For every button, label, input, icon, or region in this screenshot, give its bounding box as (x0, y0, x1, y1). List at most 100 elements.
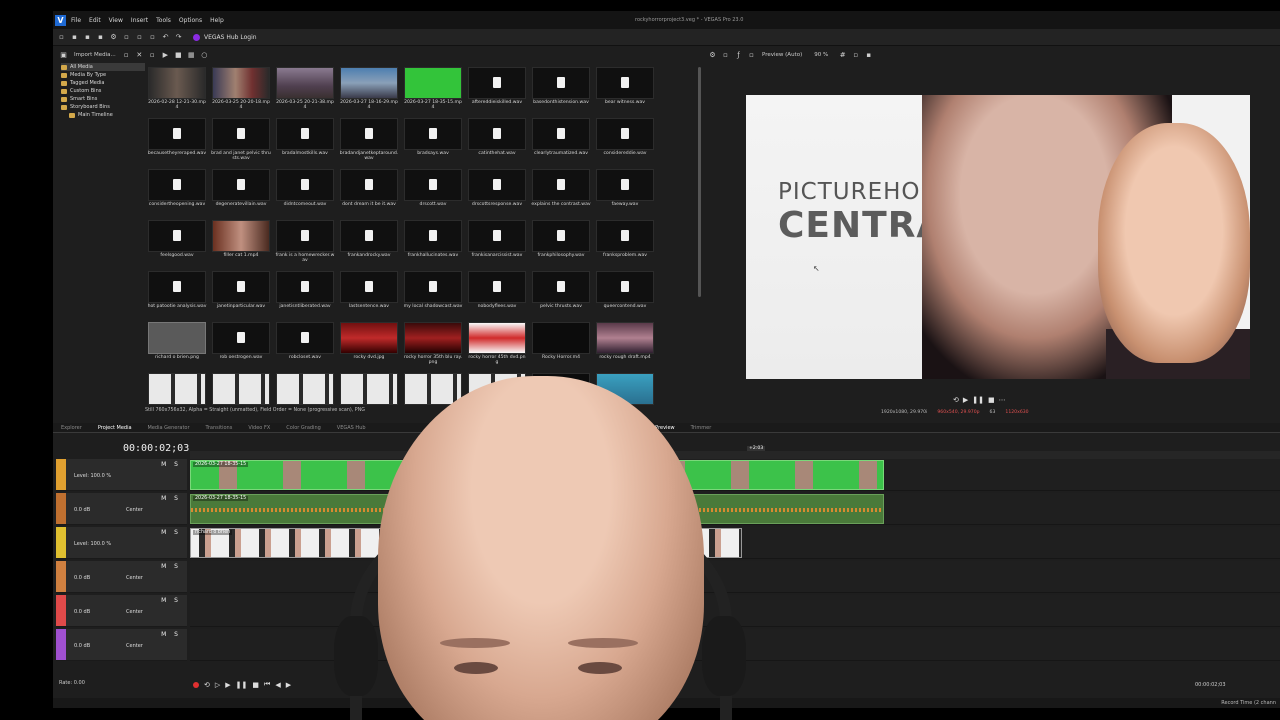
preview-quality-select[interactable]: Preview (Auto) (762, 52, 802, 58)
media-tile[interactable]: catinthehat.wav (467, 118, 527, 166)
media-tile[interactable]: frank is a homewrecker.wav (275, 220, 335, 268)
go-to-start-icon[interactable]: ⏮ (264, 680, 270, 689)
fx-icon[interactable]: ƒ (734, 51, 743, 60)
media-tile[interactable]: considereddie.wav (595, 118, 655, 166)
preview-settings-gear-icon[interactable]: ⚙ (708, 51, 717, 60)
audio-track-header[interactable]: M S 0.0 dB Center (56, 493, 187, 525)
media-tile[interactable]: queercontend.wav (595, 271, 655, 319)
media-tile[interactable]: becausetheyreraped.wav (147, 118, 207, 166)
preview-stop-icon[interactable]: ■ (988, 396, 995, 404)
media-tile[interactable]: 2026-03-27 18-35-15.mp4 (403, 67, 463, 115)
play-icon[interactable]: ▶ (225, 681, 230, 689)
track-level[interactable]: Level: 100.0 % (74, 473, 111, 479)
media-tile[interactable]: bradalmostkills.wav (275, 118, 335, 166)
media-tile[interactable] (275, 373, 335, 421)
media-tile[interactable]: richard o brien.png (147, 322, 207, 370)
audio-track-header[interactable]: M S 0.0 dB Center (56, 629, 187, 661)
media-tile[interactable]: frankhallucinates.wav (403, 220, 463, 268)
track-pan[interactable]: Center (126, 643, 143, 649)
media-tile[interactable]: considertheopening.wav (147, 169, 207, 217)
play-media-icon[interactable]: ▶ (161, 51, 170, 60)
tab-video-fx[interactable]: Video FX (240, 425, 278, 431)
preview-pause-icon[interactable]: ❚❚ (972, 396, 984, 404)
media-tile[interactable]: degeneratevillain.wav (211, 169, 271, 217)
track-pan[interactable]: Center (126, 575, 143, 581)
tab-project-media[interactable]: Project Media (90, 425, 140, 431)
record-icon[interactable] (193, 681, 199, 688)
previous-frame-icon[interactable]: ◀ (275, 681, 280, 689)
vegas-hub-icon[interactable] (193, 33, 200, 41)
track-pan[interactable]: Center (126, 609, 143, 615)
remove-icon[interactable]: ✕ (135, 51, 144, 60)
audio-track-header[interactable]: M S 0.0 dB Center (56, 595, 187, 627)
import-media-button[interactable]: Import Media... (74, 52, 116, 58)
copy-snapshot-icon[interactable]: ▫ (851, 51, 860, 60)
tree-item-main-timeline[interactable]: Main Timeline (61, 111, 145, 119)
media-tile[interactable] (211, 373, 271, 421)
loop-icon[interactable]: ⟲ (953, 396, 959, 404)
render-icon[interactable]: ▪ (96, 33, 105, 42)
undo-icon[interactable]: ↶ (161, 33, 170, 42)
media-tile[interactable]: 2026-02-28 12-21-30.mp4 (147, 67, 207, 115)
media-tile[interactable]: didntcomeout.wav (275, 169, 335, 217)
media-tile[interactable]: lastsentence.wav (339, 271, 399, 319)
media-tile[interactable]: bradandjanetkeptaround.wav (339, 118, 399, 166)
media-tile[interactable]: basedonthistension.wav (531, 67, 591, 115)
media-tile[interactable]: janetinparticular.wav (211, 271, 271, 319)
track-level[interactable]: 0.0 dB (74, 609, 90, 615)
media-tile[interactable]: janetisntliberated.wav (275, 271, 335, 319)
media-tile[interactable]: 2026-03-25 20-20-18.mp4 (211, 67, 271, 115)
menu-options[interactable]: Options (179, 17, 202, 24)
media-tile[interactable]: rocky horror 45th dvd.png (467, 322, 527, 370)
grid-overlay-icon[interactable]: # (838, 51, 847, 60)
track-level[interactable]: 0.0 dB (74, 575, 90, 581)
media-tile[interactable]: feelsgood.wav (147, 220, 207, 268)
split-screen-icon[interactable]: ▫ (747, 51, 756, 60)
media-scrollbar[interactable] (698, 67, 701, 297)
media-tile[interactable]: nobodyflees.wav (467, 271, 527, 319)
media-tile[interactable]: filler cat 1.mp4 (211, 220, 271, 268)
tree-item-media-by-type[interactable]: Media By Type (61, 71, 145, 79)
track-level[interactable]: 0.0 dB (74, 643, 90, 649)
mute-solo-buttons[interactable]: M S (161, 563, 181, 570)
video-preview-frame[interactable]: PICTUREHO CENTRA (746, 95, 1250, 379)
redo-icon[interactable]: ↷ (174, 33, 183, 42)
views-icon[interactable]: ▦ (187, 51, 196, 60)
media-tile[interactable]: franksproblem.wav (595, 220, 655, 268)
menu-insert[interactable]: Insert (131, 17, 148, 24)
video-track-header[interactable]: M S Level: 100.0 % (56, 459, 187, 491)
media-tile[interactable]: frankandrocky.wav (339, 220, 399, 268)
loop-playback-icon[interactable]: ⟲ (204, 681, 210, 689)
media-tile[interactable]: rocky dvd.jpg (339, 322, 399, 370)
media-tile[interactable]: rob oestrogen.wav (211, 322, 271, 370)
preview-more-icon[interactable]: ⋯ (999, 396, 1006, 404)
menu-edit[interactable]: Edit (89, 17, 101, 24)
menu-help[interactable]: Help (210, 17, 224, 24)
track-pan[interactable]: Center (126, 507, 143, 513)
menu-file[interactable]: File (71, 17, 81, 24)
video-track-header[interactable]: M S Level: 100.0 % (56, 527, 187, 559)
media-tile[interactable]: bear witness.wav (595, 67, 655, 115)
media-tile[interactable]: drscottsresponse.wav (467, 169, 527, 217)
media-tile[interactable]: dont dream it be it.wav (339, 169, 399, 217)
preview-zoom-select[interactable]: 90 % (814, 52, 828, 58)
media-tile[interactable]: brad and janet pelvic thrusts.wav (211, 118, 271, 166)
mute-solo-buttons[interactable]: M S (161, 461, 181, 468)
copy-icon[interactable]: ▫ (135, 33, 144, 42)
menu-view[interactable]: View (109, 17, 123, 24)
mute-solo-buttons[interactable]: M S (161, 495, 181, 502)
tab-color-grading[interactable]: Color Grading (278, 425, 329, 431)
import-media-icon[interactable]: ▣ (59, 51, 68, 60)
menu-tools[interactable]: Tools (156, 17, 171, 24)
media-tile[interactable]: frankphilosophy.wav (531, 220, 591, 268)
mute-solo-buttons[interactable]: M S (161, 597, 181, 604)
external-monitor-icon[interactable]: ▫ (721, 51, 730, 60)
media-tile[interactable]: drscott.wav (403, 169, 463, 217)
properties-icon[interactable]: ▫ (148, 51, 157, 60)
open-project-icon[interactable]: ▪ (70, 33, 79, 42)
media-tile[interactable]: hot patootie analysis.wav (147, 271, 207, 319)
media-tile[interactable]: rocky rough draft.mp4 (595, 322, 655, 370)
mute-solo-buttons[interactable]: M S (161, 631, 181, 638)
search-icon[interactable]: ○ (200, 51, 209, 60)
track-level[interactable]: Level: 100.0 % (74, 541, 111, 547)
